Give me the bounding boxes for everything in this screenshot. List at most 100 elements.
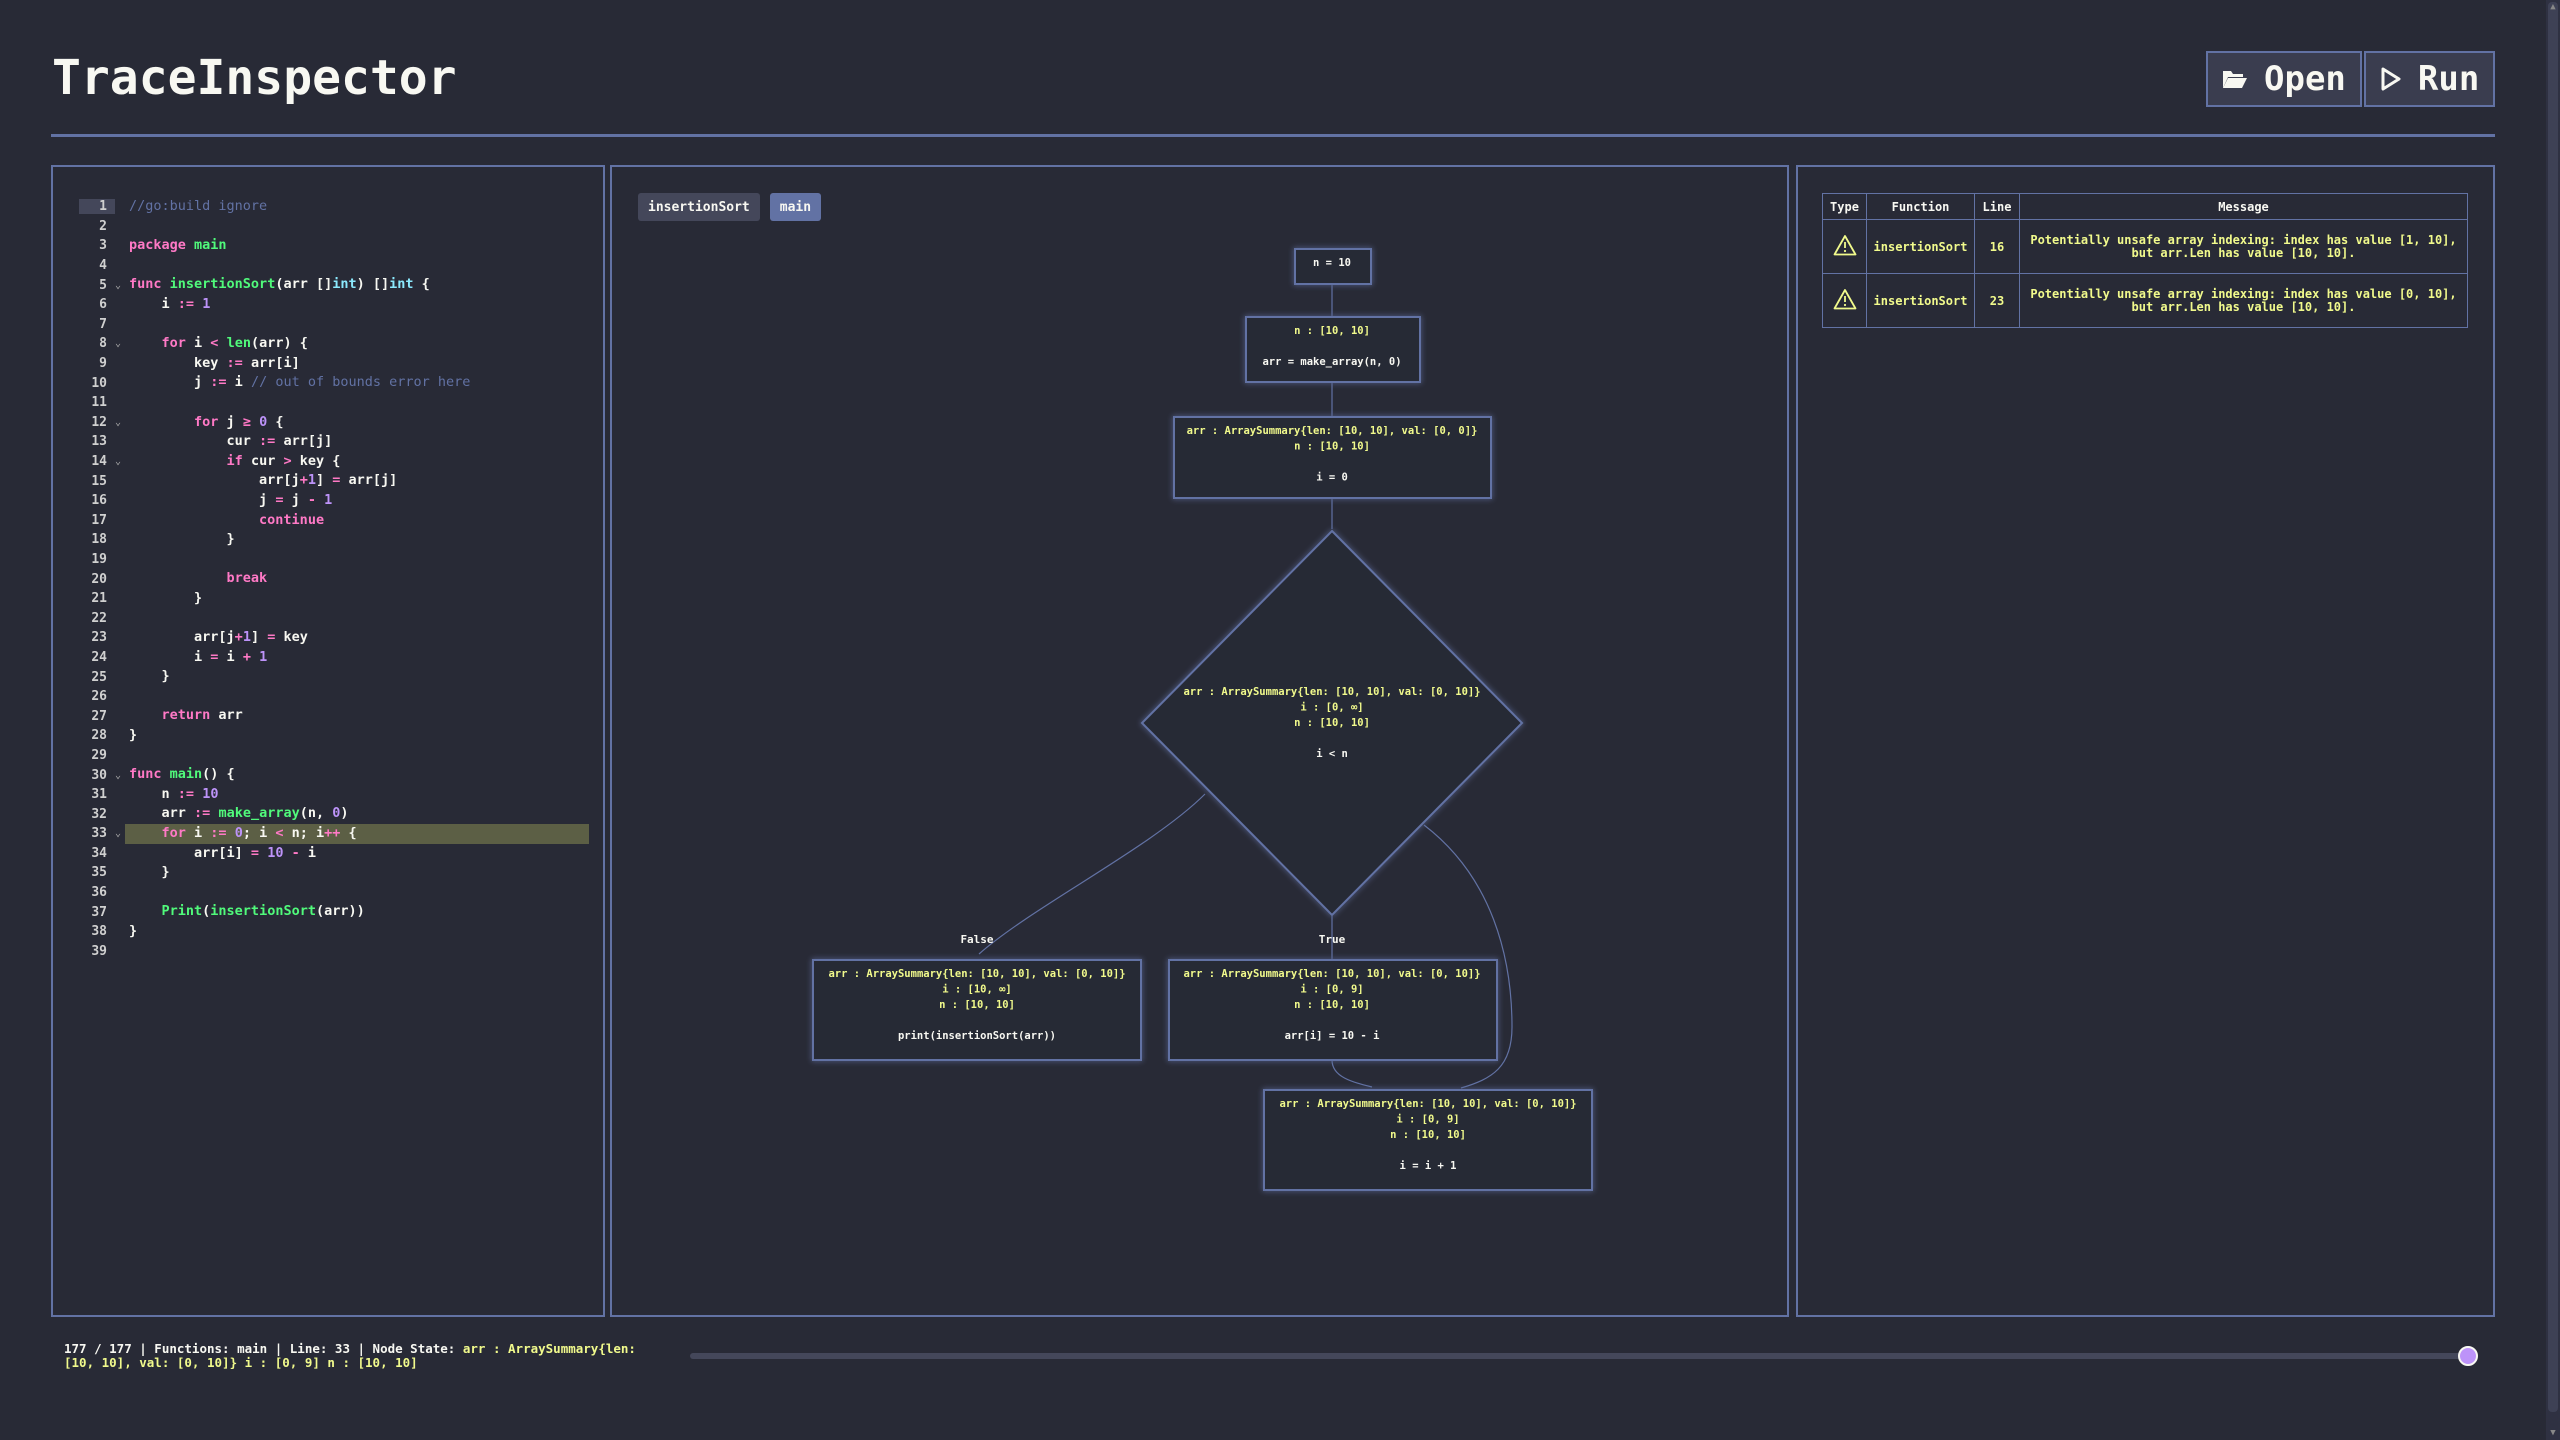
fold-chevron-icon[interactable]: ⌄ <box>115 456 125 467</box>
cfg-node-state: n : [10, 10] <box>1294 325 1370 337</box>
code-line[interactable]: 18 } <box>79 530 589 550</box>
cfg-node-code: arr[i] = 10 - i <box>1285 1030 1380 1042</box>
cfg-node-nf[interactable]: arr : ArraySummary{len: [10, 10], val: [… <box>812 959 1142 1061</box>
code-line[interactable]: 22 <box>79 608 589 628</box>
code-line[interactable]: 34 arr[i] = 10 - i <box>79 844 589 864</box>
code-line[interactable]: 37 Print(insertionSort(arr)) <box>79 902 589 922</box>
page-scrollbar[interactable]: ▲ ▼ <box>2546 0 2560 1440</box>
code-line[interactable]: 4 <box>79 256 589 276</box>
code-line[interactable]: 2 <box>79 217 589 237</box>
diagnostic-row[interactable]: insertionSort 16 Potentially unsafe array … <box>1822 219 2468 274</box>
status-text: 177 / 177 | Functions: main | Line: 33 |… <box>64 1342 664 1370</box>
diagnostic-type <box>1822 219 1867 274</box>
cfg-node-state: n : [10, 10] <box>1294 999 1370 1011</box>
code-line[interactable]: 16 j = j - 1 <box>79 491 589 511</box>
warning-icon <box>1833 289 1856 310</box>
cfg-node-state: arr : ArraySummary{len: [10, 10], val: [… <box>1187 425 1478 437</box>
code-line[interactable]: 13 cur := arr[j] <box>79 432 589 452</box>
code-line[interactable]: 35 } <box>79 863 589 883</box>
code-line[interactable]: 10 j := i // out of bounds error here <box>79 373 589 393</box>
scroll-up-icon[interactable]: ▲ <box>2546 0 2560 14</box>
line-number: 9 <box>99 356 107 372</box>
line-number: 39 <box>91 943 107 959</box>
fold-chevron-icon[interactable]: ⌄ <box>115 770 125 781</box>
code-text: j = j - 1 <box>129 491 333 508</box>
code-text: arr[i] = 10 - i <box>129 844 317 861</box>
cfg-node-code: n = 10 <box>1313 257 1351 269</box>
line-number: 15 <box>91 473 107 489</box>
code-line[interactable]: 31 n := 10 <box>79 785 589 805</box>
code-line[interactable]: 25 } <box>79 667 589 687</box>
code-line[interactable]: 21 } <box>79 589 589 609</box>
code-line[interactable]: 5 ⌄ func insertionSort(arr []int) []int { <box>79 275 589 295</box>
diagnostic-line: 16 <box>1974 219 2020 274</box>
scroll-down-icon[interactable]: ▼ <box>2546 1426 2560 1440</box>
code-line[interactable]: 7 <box>79 315 589 335</box>
code-line[interactable]: 23 arr[j+1] = key <box>79 628 589 648</box>
cfg-node-state: arr : ArraySummary{len: [10, 10], val: [… <box>1279 1098 1576 1110</box>
code-line[interactable]: 8 ⌄ for i < len(arr) { <box>79 334 589 354</box>
fold-chevron-icon[interactable]: ⌄ <box>115 280 125 291</box>
diagnostic-row[interactable]: insertionSort 23 Potentially unsafe array … <box>1822 273 2468 328</box>
cfg-tab-insertionsort[interactable]: insertionSort <box>638 193 760 221</box>
code-line[interactable]: 33 ⌄ for i := 0; i < n; i++ { <box>79 824 589 844</box>
code-text: func main() { <box>129 766 235 783</box>
fold-chevron-icon[interactable]: ⌄ <box>115 417 125 428</box>
line-number: 38 <box>91 924 107 940</box>
code-lines: 1//go:build ignore 2 3 package main 4 5 ⌄ func … <box>79 197 589 961</box>
code-line[interactable]: 15 arr[j+1] = arr[j] <box>79 471 589 491</box>
code-line[interactable]: 6 i := 1 <box>79 295 589 315</box>
code-text: j := i // out of bounds error here <box>129 374 471 391</box>
code-text: } <box>129 589 203 606</box>
code-text: } <box>129 531 235 548</box>
cfg-node-cond[interactable]: arr : ArraySummary{len: [10, 10], val: [… <box>1140 529 1524 917</box>
code-line[interactable]: 32 arr := make_array(n, 0) <box>79 804 589 824</box>
code-text: for i := 0; i < n; i++ { <box>125 824 589 844</box>
diagnostic-message: Potentially unsafe array indexing: index… <box>2019 219 2468 274</box>
code-line[interactable]: 1 //go:build ignore <box>79 197 589 217</box>
code-line[interactable]: 12 ⌄ for j ≥ 0 { <box>79 413 589 433</box>
cfg-graph: n = 10 n : [10, 10] arr = make_array(n, 0)… <box>812 248 1593 1191</box>
code-line[interactable]: 19 <box>79 550 589 570</box>
fold-chevron-icon[interactable]: ⌄ <box>115 828 125 839</box>
cfg-node-n1[interactable]: n = 10 <box>1294 248 1372 285</box>
code-text: } <box>129 727 138 744</box>
cfg-node-code: i = i + 1 <box>1400 1160 1457 1172</box>
run-button[interactable]: Run <box>2363 51 2496 107</box>
code-line[interactable]: 28} <box>79 726 589 746</box>
scrollbar-thumb[interactable] <box>2548 2 2558 1412</box>
line-number: 34 <box>91 845 107 861</box>
cfg-node-state: n : [10, 10] <box>1294 717 1370 729</box>
cfg-node-n2[interactable]: n : [10, 10] arr = make_array(n, 0) <box>1245 316 1421 383</box>
code-line[interactable]: 36 <box>79 883 589 903</box>
code-line[interactable]: 3 package main <box>79 236 589 256</box>
line-number: 17 <box>91 512 107 528</box>
code-line[interactable]: 11 <box>79 393 589 413</box>
cfg-node-n3[interactable]: arr : ArraySummary{len: [10, 10], val: [… <box>1173 416 1492 499</box>
timeline-track[interactable] <box>690 1353 2468 1359</box>
fold-chevron-icon[interactable]: ⌄ <box>115 338 125 349</box>
code-line[interactable]: 30 ⌄ func main() { <box>79 765 589 785</box>
code-line[interactable]: 38} <box>79 922 589 942</box>
folder-open-icon <box>2223 71 2247 88</box>
code-line[interactable]: 27 return arr <box>79 706 589 726</box>
open-button[interactable]: Open <box>2206 51 2362 107</box>
cfg-node-ni[interactable]: arr : ArraySummary{len: [10, 10], val: [… <box>1263 1089 1593 1191</box>
line-number: 11 <box>91 395 107 411</box>
timeline-slider-thumb[interactable] <box>2458 1346 2478 1366</box>
code-line[interactable]: 17 continue <box>79 511 589 531</box>
code-line[interactable]: 14 ⌄ if cur > key { <box>79 452 589 472</box>
code-line[interactable]: 24 i = i + 1 <box>79 648 589 668</box>
code-line[interactable]: 9 key := arr[i] <box>79 354 589 374</box>
code-line[interactable]: 26 <box>79 687 589 707</box>
code-line[interactable]: 20 break <box>79 569 589 589</box>
line-number: 3 <box>99 238 107 254</box>
code-line[interactable]: 39 <box>79 942 589 962</box>
cfg-node-nt[interactable]: arr : ArraySummary{len: [10, 10], val: [… <box>1168 959 1498 1061</box>
code-text: return arr <box>161 707 243 724</box>
code-line[interactable]: 29 <box>79 746 589 766</box>
cfg-tab-main[interactable]: main <box>769 193 822 221</box>
